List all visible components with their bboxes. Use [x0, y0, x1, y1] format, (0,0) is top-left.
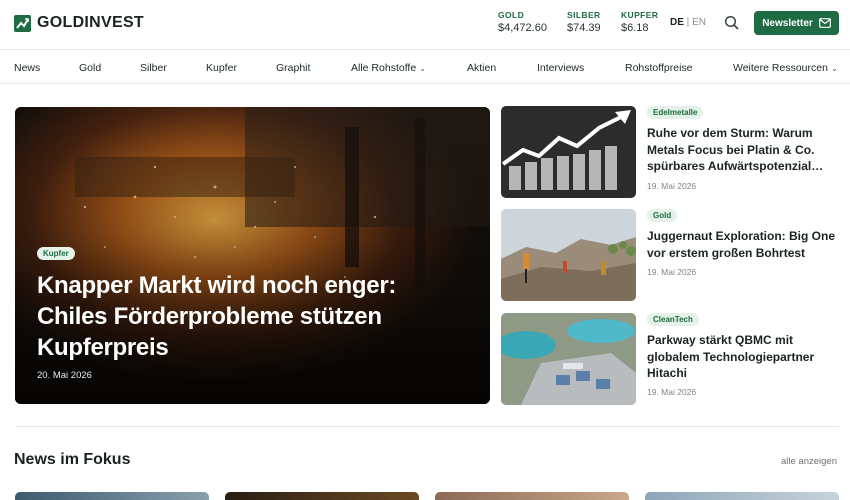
chevron-down-icon: ⌄	[419, 64, 426, 73]
focus-card-thumbnail[interactable]	[645, 492, 839, 500]
nav-item-news[interactable]: News	[14, 62, 40, 74]
logo-text: GOLDINVEST	[37, 14, 145, 31]
mail-icon	[818, 18, 831, 28]
hero-date: 20. Mai 2026	[37, 370, 92, 381]
article-thumbnail	[501, 106, 636, 198]
chevron-down-icon: ⌄	[830, 64, 838, 73]
site-header: GOLDINVEST GOLD $4,472.60 SILBER $74.39 …	[0, 0, 850, 50]
category-badge[interactable]: Gold	[647, 209, 678, 222]
ticker-value: $74.39	[567, 22, 601, 34]
section-divider	[15, 426, 839, 427]
article-title[interactable]: Ruhe vor dem Sturm: Warum Metals Focus b…	[647, 125, 837, 175]
search-icon[interactable]	[724, 15, 740, 31]
side-article[interactable]: Edelmetalle Ruhe vor dem Sturm: Warum Me…	[501, 106, 841, 200]
nav-item-silber[interactable]: Silber	[140, 62, 167, 74]
nav-item-weitere-ressourcen[interactable]: Weitere Ressourcen ⌄	[733, 62, 838, 74]
nav-item-gold[interactable]: Gold	[79, 62, 101, 74]
logo-icon	[14, 14, 31, 32]
nav-item-graphit[interactable]: Graphit	[276, 62, 310, 74]
article-date: 19. Mai 2026	[647, 387, 697, 397]
focus-card-thumbnail[interactable]	[435, 492, 629, 500]
lang-separator: |	[683, 17, 693, 28]
article-date: 19. Mai 2026	[647, 181, 697, 191]
hero-title[interactable]: Knapper Markt wird noch enger: Chiles Fö…	[37, 270, 457, 363]
article-date: 19. Mai 2026	[647, 267, 697, 277]
focus-card-thumbnail[interactable]	[15, 492, 209, 500]
category-badge[interactable]: Kupfer	[37, 247, 75, 260]
side-article[interactable]: CleanTech Parkway stärkt QBMC mit global…	[501, 313, 841, 407]
section-title: News im Fokus	[14, 451, 131, 468]
ticker-kupfer[interactable]: KUPFER $6.18	[621, 10, 658, 34]
newsletter-button[interactable]: Newsletter	[754, 11, 839, 35]
article-thumbnail	[501, 313, 636, 405]
main-nav: News Gold Silber Kupfer Graphit Alle Roh…	[0, 51, 850, 84]
focus-card-thumbnail[interactable]	[225, 492, 419, 500]
ticker-label: GOLD	[498, 10, 525, 20]
ticker-silber[interactable]: SILBER $74.39	[567, 10, 601, 34]
category-badge[interactable]: Edelmetalle	[647, 106, 704, 119]
ticker-gold[interactable]: GOLD $4,472.60	[498, 10, 547, 34]
lang-de[interactable]: DE	[670, 17, 684, 28]
show-all-link[interactable]: alle anzeigen	[781, 456, 837, 467]
nav-item-aktien[interactable]: Aktien	[467, 62, 496, 74]
ticker-value: $6.18	[621, 22, 649, 34]
article-title[interactable]: Parkway stärkt QBMC mit globalem Technol…	[647, 332, 837, 382]
ticker-label: KUPFER	[621, 10, 659, 20]
article-thumbnail	[501, 209, 636, 301]
ticker-label: SILBER	[567, 10, 601, 20]
ticker-value: $4,472.60	[498, 22, 547, 34]
side-article[interactable]: Gold Juggernaut Exploration: Big One vor…	[501, 209, 841, 303]
nav-item-alle-rohstoffe[interactable]: Alle Rohstoffe ⌄	[351, 62, 426, 74]
language-switcher: DE | EN	[670, 17, 706, 28]
nav-item-kupfer[interactable]: Kupfer	[206, 62, 237, 74]
lang-en[interactable]: EN	[692, 17, 706, 28]
hero-article[interactable]: Kupfer Knapper Markt wird noch enger: Ch…	[15, 107, 490, 404]
newsletter-label: Newsletter	[762, 17, 813, 29]
category-badge[interactable]: CleanTech	[647, 313, 699, 326]
nav-item-rohstoffpreise[interactable]: Rohstoffpreise	[625, 62, 693, 74]
article-title[interactable]: Juggernaut Exploration: Big One vor erst…	[647, 228, 837, 261]
nav-item-interviews[interactable]: Interviews	[537, 62, 584, 74]
logo[interactable]: GOLDINVEST	[14, 14, 144, 32]
